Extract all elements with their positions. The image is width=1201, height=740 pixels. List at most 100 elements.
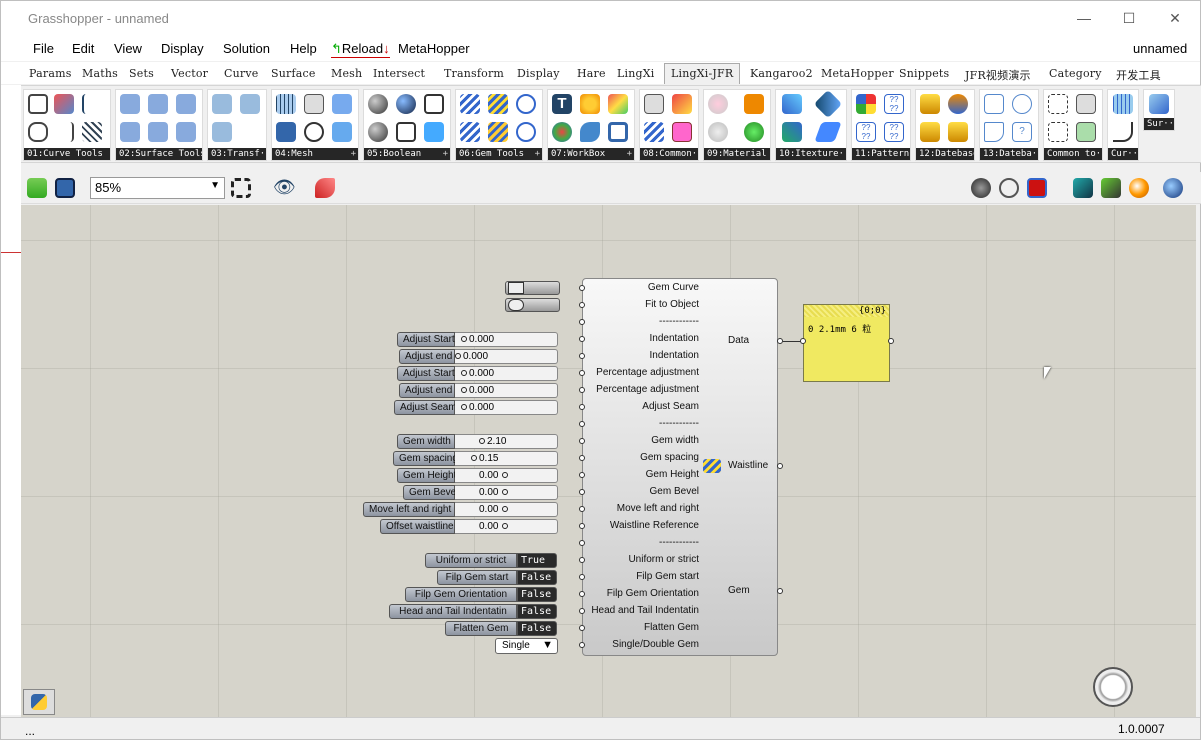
shape-icon[interactable] bbox=[984, 122, 1004, 142]
gem-chain-icon[interactable] bbox=[460, 122, 480, 142]
ribbon-group-surface-tools[interactable]: 02:Surface Tools bbox=[115, 89, 203, 161]
ribbon-group-database[interactable]: 12:Datebase bbox=[915, 89, 975, 161]
boolean-toggle[interactable]: Filp Gem Orientation False bbox=[405, 587, 557, 602]
boolean-toggle[interactable]: Uniform or strict True bbox=[425, 553, 557, 568]
tab-params[interactable]: Params bbox=[29, 67, 72, 80]
tab-maths[interactable]: Maths bbox=[82, 67, 118, 80]
input-port[interactable] bbox=[579, 642, 585, 648]
slider-track[interactable]: 0.000 bbox=[455, 383, 558, 398]
surface-tool-icon[interactable] bbox=[120, 122, 140, 142]
tab-mesh[interactable]: Mesh bbox=[331, 67, 362, 80]
pattern-icon[interactable]: ???? bbox=[884, 122, 904, 142]
preview-shaded-icon[interactable] bbox=[1027, 178, 1047, 198]
slider-track[interactable]: 2.10 bbox=[455, 434, 558, 449]
gem-ring-icon[interactable] bbox=[516, 122, 536, 142]
preview-eye-icon[interactable]: 👁 bbox=[273, 178, 296, 198]
curve-tool-icon[interactable] bbox=[82, 94, 102, 114]
number-slider[interactable]: Gem Bevel 0.00 bbox=[403, 485, 558, 500]
menu-view[interactable]: View bbox=[114, 41, 142, 56]
input-port[interactable] bbox=[579, 557, 585, 563]
tab-metahopper[interactable]: MetaHopper bbox=[821, 67, 894, 80]
input-port[interactable] bbox=[579, 404, 585, 410]
panel-output-port[interactable] bbox=[888, 338, 894, 344]
workbox-icon[interactable] bbox=[580, 122, 600, 142]
input-port[interactable] bbox=[579, 472, 585, 478]
ribbon-group-curve-tools[interactable]: 01:Curve Tools bbox=[23, 89, 111, 161]
surface-tool-icon[interactable] bbox=[176, 122, 196, 142]
slider-track[interactable]: 0.00 bbox=[455, 485, 558, 500]
surface-tool-icon[interactable] bbox=[176, 94, 196, 114]
maximize-button[interactable]: ☐ bbox=[1114, 7, 1144, 29]
number-slider[interactable]: Adjust Start 0.000 bbox=[397, 332, 558, 347]
grasshopper-canvas[interactable]: Gem Curve Fit to Object ------------ Indent… bbox=[21, 205, 1196, 717]
input-port[interactable] bbox=[579, 319, 585, 325]
material-icon[interactable] bbox=[744, 122, 764, 142]
display-mode-icon[interactable] bbox=[1073, 178, 1093, 198]
boolean-icon[interactable] bbox=[396, 94, 416, 114]
material-icon[interactable] bbox=[708, 122, 728, 142]
save-file-icon[interactable] bbox=[55, 178, 75, 198]
mesh-icon[interactable] bbox=[276, 94, 296, 114]
texture-icon[interactable] bbox=[814, 122, 842, 142]
material-icon[interactable] bbox=[708, 94, 728, 114]
input-port[interactable] bbox=[579, 540, 585, 546]
database-icon[interactable] bbox=[920, 122, 940, 142]
toggle-value[interactable]: False bbox=[517, 570, 557, 585]
ribbon-group-transform[interactable]: 03:Transf··· bbox=[207, 89, 267, 161]
input-port[interactable] bbox=[579, 387, 585, 393]
ribbon-group-material[interactable]: 09:Material bbox=[703, 89, 771, 161]
tab-transform[interactable]: Transform bbox=[444, 67, 504, 80]
slider-track[interactable]: 0.00 bbox=[455, 468, 558, 483]
ribbon-group-mesh[interactable]: 04:Mesh + bbox=[271, 89, 359, 161]
number-slider[interactable]: Adjust end 0.000 bbox=[399, 383, 558, 398]
material-preview-icon[interactable] bbox=[1129, 178, 1149, 198]
boolean-union-icon[interactable] bbox=[368, 94, 388, 114]
input-port[interactable] bbox=[579, 591, 585, 597]
panel-input-port[interactable] bbox=[800, 338, 806, 344]
sketch-pen-icon[interactable] bbox=[315, 178, 335, 198]
input-port[interactable] bbox=[579, 574, 585, 580]
boolean-box-icon[interactable] bbox=[424, 94, 444, 114]
number-slider[interactable]: Adjust end 0.000 bbox=[399, 349, 558, 364]
gem-ring-icon[interactable] bbox=[516, 94, 536, 114]
curve-param[interactable] bbox=[505, 281, 560, 295]
slider-grip-icon[interactable] bbox=[502, 489, 509, 496]
tab-dev-tools[interactable]: 开发工具 bbox=[1116, 67, 1161, 83]
ribbon-group-common[interactable]: 08:Common··· bbox=[639, 89, 699, 161]
input-port[interactable] bbox=[579, 489, 585, 495]
pattern-icon[interactable]: ???? bbox=[856, 122, 876, 142]
input-port[interactable] bbox=[579, 438, 585, 444]
zoom-extents-icon[interactable] bbox=[231, 178, 251, 198]
shape-icon[interactable] bbox=[984, 94, 1004, 114]
color-wheel-icon[interactable] bbox=[552, 122, 572, 142]
menu-file[interactable]: File bbox=[33, 41, 54, 56]
python-editor-button[interactable] bbox=[23, 689, 55, 715]
surface-icon[interactable] bbox=[1149, 94, 1169, 114]
tab-lingxi-jfr[interactable]: LingXi-JFR bbox=[664, 63, 741, 84]
close-button[interactable]: ✕ bbox=[1160, 7, 1190, 29]
hand-icon[interactable] bbox=[644, 94, 664, 114]
tab-vector[interactable]: Vector bbox=[171, 67, 208, 80]
menu-reload[interactable]: ↰Reload↓ bbox=[331, 41, 390, 58]
ribbon-group-curve[interactable]: Cur··· bbox=[1107, 89, 1139, 161]
slider-grip-icon[interactable] bbox=[471, 455, 477, 462]
slider-grip-icon[interactable] bbox=[461, 370, 467, 377]
pentagon-icon[interactable] bbox=[608, 122, 628, 142]
input-port[interactable] bbox=[579, 506, 585, 512]
ribbon-group-database-2[interactable]: ? 13:Dateba··· bbox=[979, 89, 1039, 161]
menu-edit[interactable]: Edit bbox=[72, 41, 94, 56]
tab-curve[interactable]: Curve bbox=[224, 67, 258, 80]
database-icon[interactable] bbox=[920, 94, 940, 114]
boolean-toggle[interactable]: Flatten Gem False bbox=[445, 621, 557, 636]
slider-track[interactable]: 0.00 bbox=[455, 519, 558, 534]
ribbon-group-workbox[interactable]: T 07:WorkBox + bbox=[547, 89, 635, 161]
input-port[interactable] bbox=[579, 302, 585, 308]
sphere-mesh-icon[interactable] bbox=[304, 122, 324, 142]
slider-track[interactable]: 0.000 bbox=[455, 332, 558, 347]
common-tool-icon[interactable] bbox=[672, 94, 692, 114]
preview-wire-icon[interactable] bbox=[999, 178, 1019, 198]
gem-chain-icon[interactable] bbox=[488, 94, 508, 114]
toggle-value[interactable]: False bbox=[517, 587, 557, 602]
slider-grip-icon[interactable] bbox=[455, 353, 461, 360]
toggle-value[interactable]: False bbox=[517, 621, 557, 636]
